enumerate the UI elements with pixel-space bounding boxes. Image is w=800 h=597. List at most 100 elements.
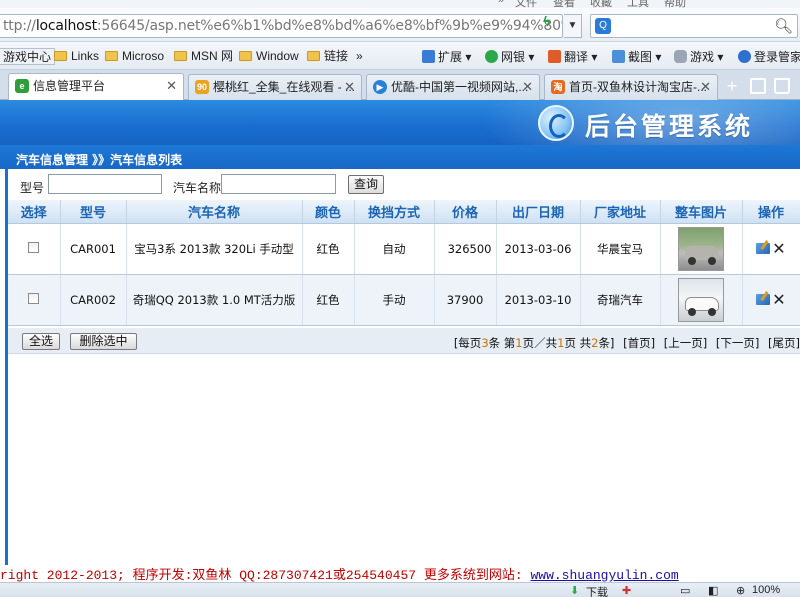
new-tab-button[interactable]: +	[722, 77, 742, 97]
date-cell: 2013-03-10	[496, 274, 581, 326]
tab-title: 樱桃红_全集_在线观看 - ...	[213, 80, 356, 94]
tool-translate[interactable]: 翻译 ▾	[548, 48, 597, 65]
tool-login-manager[interactable]: 登录管家	[738, 48, 800, 65]
table-row: CAR001 宝马3系 2013款 320Li 手动型 红色 自动 326500…	[8, 223, 800, 275]
trash-icon[interactable]	[774, 78, 790, 94]
browser-status-bar: ⬇ 下载 ✚ ▭ ◧ ⊕ 100%	[0, 582, 800, 597]
col-header-price: 价格	[434, 200, 497, 224]
tool-extensions[interactable]: 扩展 ▾	[422, 48, 471, 65]
model-label: 型号	[20, 181, 45, 195]
play-icon: ▶	[373, 80, 387, 94]
delete-icon[interactable]: ✕	[772, 239, 785, 258]
pager-text: 页 共	[564, 336, 592, 350]
left-frame-edge	[0, 169, 8, 565]
row-checkbox[interactable]	[28, 292, 40, 304]
edit-icon[interactable]	[756, 294, 771, 305]
fav-links-cn[interactable]: 链接	[307, 48, 348, 65]
pager-text: 条 第	[488, 336, 516, 350]
url-text: ttp://localhost:56645/asp.net%e6%b1%bd%e…	[3, 18, 563, 34]
tool-label: 网银	[501, 50, 526, 64]
next-page-link[interactable]: [下一页]	[716, 336, 759, 350]
row-checkbox[interactable]	[28, 241, 40, 253]
search-engine-icon[interactable]: Q	[595, 18, 611, 34]
car-photo[interactable]	[678, 226, 724, 271]
car-table: 选择 型号 汽车名称 颜色 换挡方式 价格 出厂日期 厂家地址 整车图片 操作 …	[8, 200, 800, 326]
model-input[interactable]	[48, 174, 162, 194]
menu-tools[interactable]: 工具	[627, 0, 649, 8]
url-input[interactable]: ttp://localhost:56645/asp.net%e6%b1%bd%e…	[0, 14, 563, 38]
website-link[interactable]: www.shuangyulin.com	[530, 568, 678, 582]
restore-tabs-icon[interactable]	[750, 78, 766, 94]
col-header-maker: 厂家地址	[580, 200, 661, 224]
header-banner: 后台管理系统	[0, 100, 800, 145]
key-icon	[738, 50, 751, 63]
col-header-gear: 换挡方式	[354, 200, 435, 224]
delete-selected-button[interactable]: 删除选中	[70, 333, 137, 350]
close-icon[interactable]: ✕	[166, 74, 177, 98]
ie-icon: e	[15, 79, 29, 93]
car-photo[interactable]	[678, 277, 724, 322]
copyright-footer: right 2012-2013; 程序开发:双鱼林 QQ:287307421或2…	[0, 564, 800, 582]
menu-help[interactable]: 帮助	[664, 0, 686, 8]
tool-games[interactable]: 游戏 ▾	[674, 48, 723, 65]
tab-title: 信息管理平台	[33, 79, 106, 93]
zoom-level[interactable]: 100%	[752, 584, 780, 596]
download-button[interactable]: 下载	[586, 584, 608, 597]
tool-label: 扩展	[438, 50, 463, 64]
addon-icon[interactable]: ✚	[622, 584, 631, 597]
pagination: [每页3条 第1页／共1页 共2条] [首页] [上一页] [下一页] [尾页]	[454, 335, 800, 351]
car-name-label: 汽车名称	[173, 181, 222, 195]
url-dropdown-button[interactable]: ▼	[564, 14, 582, 38]
tab-taobao-shop[interactable]: 淘 首页-双鱼林设计淘宝店-... ✕	[544, 74, 718, 100]
tab-youku[interactable]: ▶ 优酷-中国第一视频网站,... ✕	[366, 74, 540, 100]
last-page-link[interactable]: [尾页]	[768, 336, 800, 350]
folder-icon	[105, 51, 118, 61]
fav-windows[interactable]: Window	[239, 48, 299, 65]
sound-icon[interactable]: ◧	[708, 584, 718, 597]
fav-more-button[interactable]: »	[356, 48, 363, 65]
download-icon: ⬇	[570, 585, 580, 597]
screen-icon[interactable]: ▭	[680, 584, 690, 597]
tool-screenshot[interactable]: 截图 ▾	[612, 48, 661, 65]
fav-microsoft[interactable]: Microso	[105, 48, 164, 65]
fav-label: Microso	[122, 49, 165, 63]
actions-cell: ✕	[742, 274, 800, 326]
folder-icon	[174, 51, 187, 61]
tab-title: 优酷-中国第一视频网站,...	[391, 80, 529, 94]
close-icon[interactable]: ✕	[700, 75, 711, 99]
col-header-name: 汽车名称	[126, 200, 303, 224]
fav-game-center[interactable]: 游戏中心	[0, 48, 56, 65]
menu-view[interactable]: 查看	[553, 0, 575, 8]
select-all-button[interactable]: 全选	[22, 333, 60, 350]
close-icon[interactable]: ✕	[522, 75, 533, 99]
first-page-link[interactable]: [首页]	[623, 336, 655, 350]
search-icon[interactable]: 🔍︎	[774, 17, 793, 35]
search-input[interactable]: Q 🔍︎	[590, 14, 798, 38]
gear-cell: 自动	[354, 223, 435, 275]
fav-msn[interactable]: MSN 网	[174, 48, 233, 65]
fav-label: MSN 网	[191, 49, 234, 63]
tab-info-management[interactable]: e 信息管理平台 ✕	[8, 73, 184, 101]
speed-mode-icon[interactable]: ϟ	[543, 13, 550, 29]
menu-favorites[interactable]: 收藏	[590, 0, 612, 8]
date-cell: 2013-03-06	[496, 223, 581, 275]
query-button[interactable]: 查询	[348, 175, 384, 194]
zoom-icon[interactable]: ⊕	[736, 584, 745, 597]
tab-cherry-red[interactable]: 90 樱桃红_全集_在线观看 - ... ✕	[188, 74, 362, 100]
prev-page-link[interactable]: [上一页]	[664, 336, 707, 350]
name-cell: 奇瑞QQ 2013款 1.0 MT活力版	[126, 274, 303, 326]
delete-icon[interactable]: ✕	[772, 290, 785, 309]
search-form: 型号 汽车名称 查询	[8, 169, 800, 201]
pager-text: 页／共	[522, 336, 558, 350]
image-cell	[660, 274, 743, 326]
fav-links[interactable]: Links	[54, 48, 99, 65]
close-icon[interactable]: ✕	[344, 75, 355, 99]
tool-ebank[interactable]: 网银 ▾	[485, 48, 534, 65]
menu-file[interactable]: 文件	[515, 0, 537, 8]
menu-more-glyph: »	[498, 0, 505, 6]
color-cell: 红色	[302, 274, 355, 326]
maker-cell: 奇瑞汽车	[580, 274, 661, 326]
gamepad-icon	[674, 50, 687, 63]
car-name-input[interactable]	[221, 174, 336, 194]
edit-icon[interactable]	[756, 243, 771, 254]
